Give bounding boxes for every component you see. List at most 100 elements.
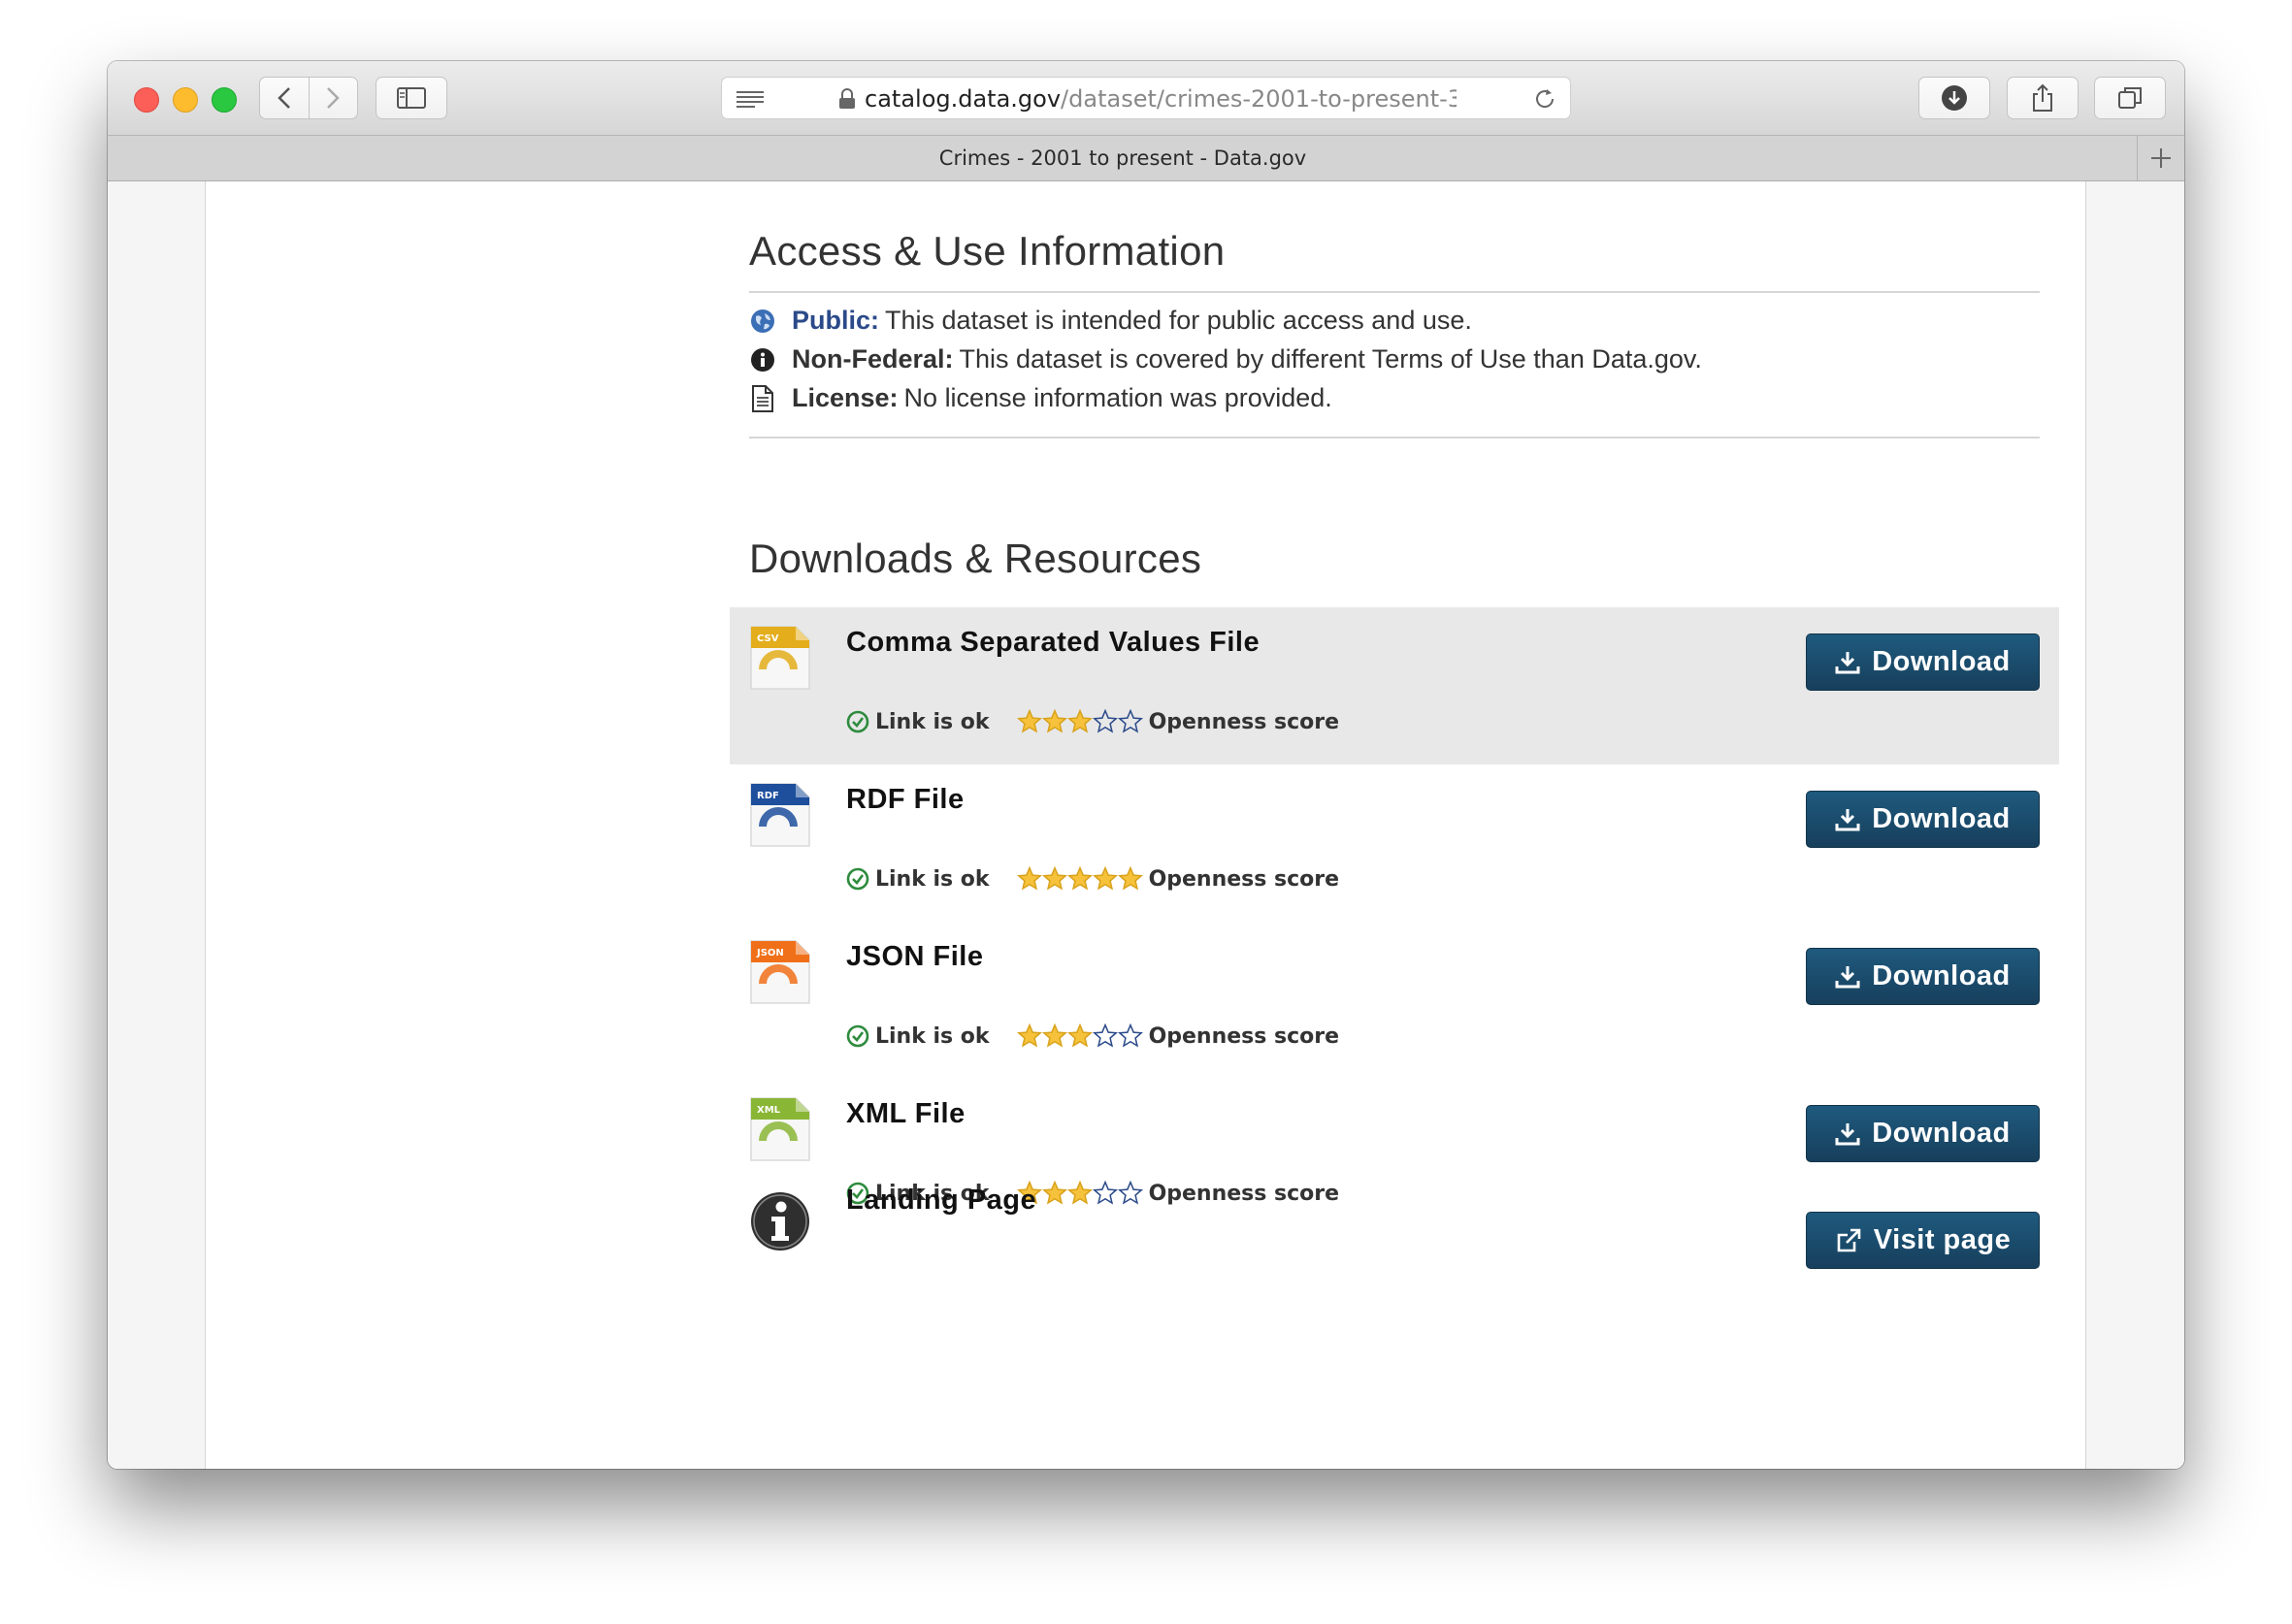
sidebar-icon — [397, 87, 426, 109]
new-tab-button[interactable] — [2137, 136, 2184, 180]
download-label: Download — [1872, 803, 2011, 834]
resource-title: RDF File — [846, 784, 965, 815]
file-type-label: XML — [757, 1105, 781, 1116]
resource-title: Comma Separated Values File — [846, 627, 1261, 658]
check-circle-icon — [846, 867, 869, 891]
license-label: License: — [792, 383, 899, 412]
link-status-text: Link is ok — [875, 866, 990, 892]
downloads-heading: Downloads & Resources — [749, 536, 1202, 581]
title-bar: catalog.data.gov/dataset/crimes-2001-to-… — [108, 61, 2184, 136]
download-icon — [1835, 1122, 1860, 1145]
star-filled-icon — [1066, 709, 1093, 733]
star-empty-icon — [1092, 709, 1118, 733]
csv-file-icon: CSV — [749, 625, 811, 691]
landing-page-title: Landing Page — [846, 1185, 1037, 1216]
chevron-right-icon — [327, 87, 341, 109]
tabs-icon — [2118, 87, 2142, 109]
star-filled-icon — [1066, 866, 1093, 891]
star-filled-icon — [1016, 709, 1042, 733]
page-content: Access & Use Information Public: This da… — [108, 181, 2184, 1469]
plus-icon — [2151, 148, 2171, 168]
file-type-label: CSV — [757, 633, 779, 644]
resource-status: Link is ok Openness score — [846, 709, 1339, 734]
license-text: No license information was provided. — [903, 383, 1332, 412]
external-link-icon — [1837, 1228, 1861, 1251]
resource-row: JSON JSON File Link is ok Openness score… — [730, 922, 2059, 1079]
resource-row: RDF RDF File Link is ok Openness score D… — [730, 764, 2059, 922]
link-status: Link is ok — [846, 867, 990, 892]
download-icon — [1835, 965, 1860, 988]
link-status: Link is ok — [846, 1024, 990, 1049]
visit-page-button[interactable]: Visit page — [1806, 1212, 2040, 1269]
nonfederal-label: Non-Federal: — [792, 344, 954, 374]
zoom-window-button[interactable] — [212, 87, 237, 113]
minimize-window-button[interactable] — [173, 87, 198, 113]
url-path: /dataset/crimes-2001-to-present-398 — [1061, 85, 1457, 113]
active-tab[interactable]: Crimes - 2001 to present - Data.gov — [108, 136, 2138, 180]
reader-icon[interactable] — [736, 89, 765, 109]
license-line: License: No license information was prov… — [749, 383, 1332, 413]
download-label: Download — [1872, 646, 2011, 677]
file-type-label: JSON — [756, 948, 784, 958]
link-status-text: Link is ok — [875, 709, 990, 734]
file-type-label: RDF — [757, 791, 779, 801]
document-icon — [749, 384, 776, 412]
download-icon — [1835, 651, 1860, 673]
star-filled-icon — [1041, 1023, 1067, 1048]
main-content: Access & Use Information Public: This da… — [667, 181, 2086, 1469]
star-filled-icon — [1092, 866, 1118, 891]
link-status-text: Link is ok — [875, 1023, 990, 1049]
resource-status: Link is ok Openness score — [846, 866, 1339, 892]
download-button[interactable]: Download — [1806, 1105, 2040, 1162]
address-bar[interactable]: catalog.data.gov/dataset/crimes-2001-to-… — [721, 77, 1571, 119]
close-window-button[interactable] — [134, 87, 159, 113]
download-button[interactable]: Download — [1806, 633, 2040, 691]
openness-stars — [1016, 866, 1143, 892]
star-empty-icon — [1092, 1023, 1118, 1048]
left-sidebar — [205, 181, 668, 1469]
star-filled-icon — [1016, 866, 1042, 891]
info-circle-icon — [749, 1190, 811, 1256]
download-button[interactable]: Download — [1806, 791, 2040, 848]
openness-stars — [1016, 709, 1143, 734]
download-arrow-icon — [1942, 85, 1967, 111]
star-filled-icon — [1066, 1023, 1093, 1048]
link-status: Link is ok — [846, 710, 990, 734]
chevron-left-icon — [277, 87, 290, 109]
openness-score-label: Openness score — [1148, 709, 1340, 734]
url-host: catalog.data.gov — [865, 85, 1062, 113]
browser-window: catalog.data.gov/dataset/crimes-2001-to-… — [108, 61, 2184, 1469]
access-heading: Access & Use Information — [749, 228, 1226, 274]
nonfederal-line: Non-Federal: This dataset is covered by … — [749, 344, 1702, 374]
access-divider-top — [749, 291, 2040, 293]
public-text: This dataset is intended for public acce… — [885, 306, 1472, 335]
landing-page-row: Landing Page Visit page — [730, 1171, 2059, 1328]
openness-stars — [1016, 1023, 1143, 1049]
tabs-overview-button[interactable] — [2094, 77, 2166, 119]
star-filled-icon — [1016, 1023, 1042, 1048]
globe-icon — [749, 309, 776, 334]
star-empty-icon — [1117, 709, 1143, 733]
resource-title: XML File — [846, 1098, 966, 1129]
share-button[interactable] — [2007, 77, 2079, 119]
back-button[interactable] — [260, 78, 309, 118]
check-circle-icon — [846, 710, 869, 733]
url-text: catalog.data.gov/dataset/crimes-2001-to-… — [865, 85, 1457, 113]
sidebar-toggle-button[interactable] — [376, 77, 447, 119]
download-label: Download — [1872, 1118, 2011, 1149]
resource-row: CSV Comma Separated Values File Link is … — [730, 607, 2059, 764]
nonfederal-text: This dataset is covered by different Ter… — [959, 344, 1702, 374]
xml-file-icon: XML — [749, 1096, 811, 1162]
download-icon — [1835, 808, 1860, 830]
star-filled-icon — [1117, 866, 1143, 891]
star-filled-icon — [1041, 866, 1067, 891]
reload-icon[interactable] — [1533, 87, 1556, 111]
star-empty-icon — [1117, 1023, 1143, 1048]
download-button[interactable]: Download — [1806, 948, 2040, 1005]
access-divider-bottom — [749, 437, 2040, 438]
tab-bar: Crimes - 2001 to present - Data.gov — [108, 136, 2184, 181]
resource-title: JSON File — [846, 941, 984, 972]
forward-button[interactable] — [308, 78, 358, 118]
downloads-button[interactable] — [1918, 77, 1990, 119]
lock-icon — [839, 88, 855, 109]
